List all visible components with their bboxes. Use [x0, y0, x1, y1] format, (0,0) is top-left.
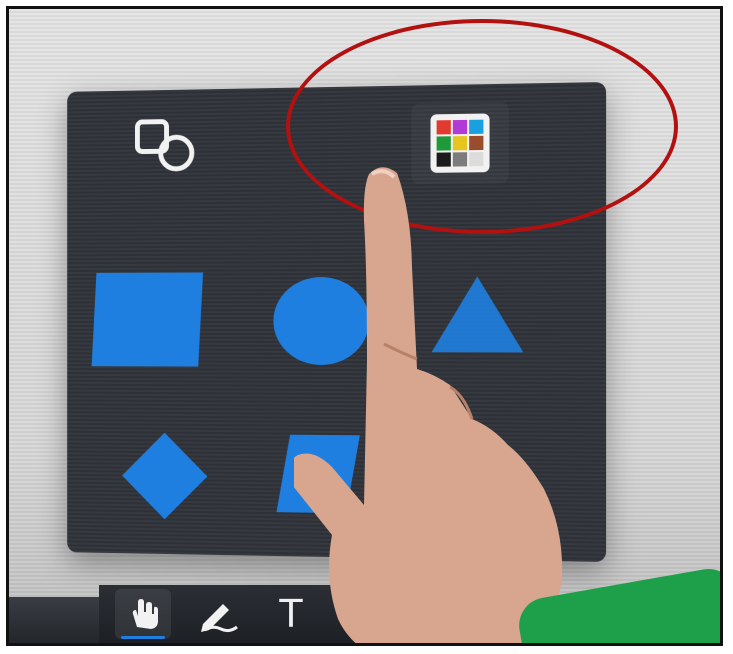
bottom-toolbar: T	[99, 585, 495, 643]
shapes-grid	[67, 235, 606, 562]
screenshot-frame: T	[6, 6, 723, 646]
pen-icon	[201, 604, 238, 633]
parallelogram-icon[interactable]	[276, 434, 360, 514]
hand-icon	[132, 599, 158, 629]
square-icon[interactable]	[91, 272, 204, 367]
eraser-icon	[351, 600, 383, 630]
tool-eraser[interactable]	[337, 589, 393, 639]
triangle-icon[interactable]	[431, 276, 524, 353]
tool-pen[interactable]	[189, 589, 245, 639]
tool-text[interactable]: T	[263, 589, 319, 639]
highlight-annotation	[286, 19, 678, 234]
circle-icon[interactable]	[273, 276, 370, 366]
text-icon: T	[279, 592, 303, 636]
shapes-icon	[132, 117, 202, 177]
diamond-icon[interactable]	[122, 432, 208, 520]
tool-hand[interactable]	[115, 589, 171, 639]
tab-shapes[interactable]	[120, 107, 213, 187]
